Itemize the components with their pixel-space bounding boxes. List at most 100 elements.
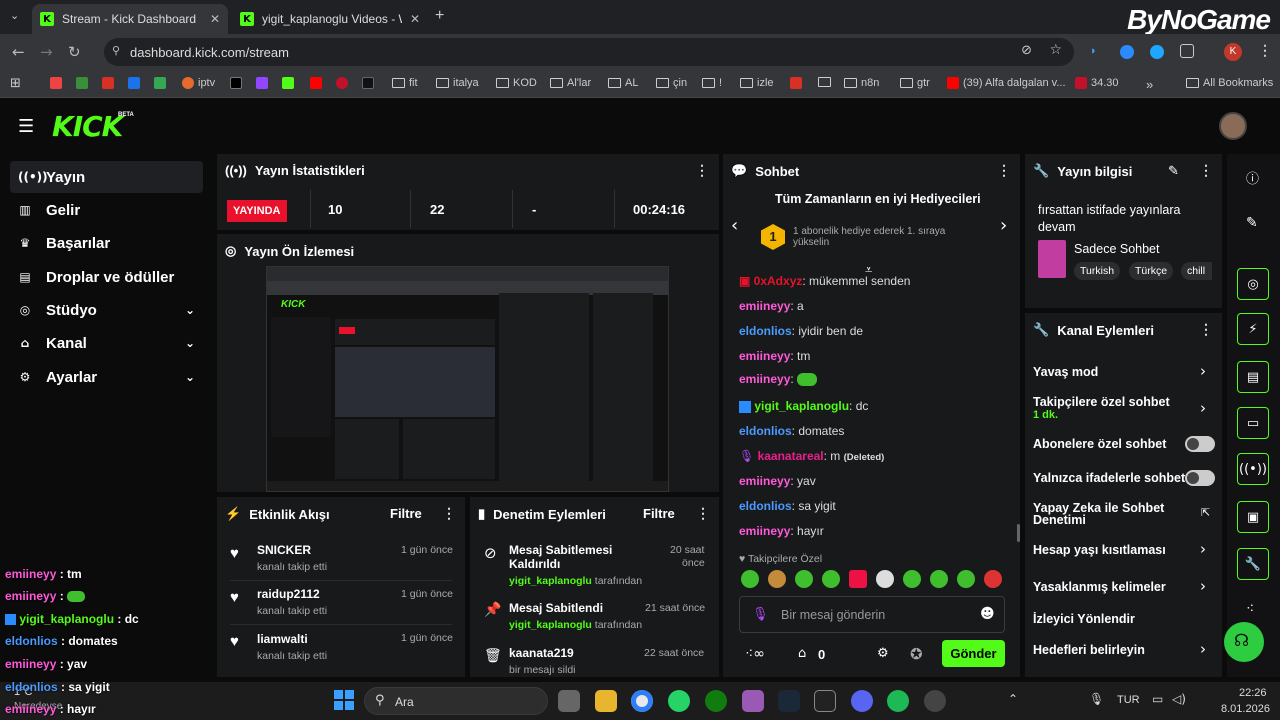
forward-icon[interactable]: → <box>40 43 53 61</box>
tag-pill[interactable]: chill <box>1181 262 1212 280</box>
chat-menu-icon[interactable]: ⋮ <box>997 162 1011 179</box>
bookmark-folder-n8n[interactable]: n8n <box>844 77 879 89</box>
chevron-right-icon[interactable]: › <box>1200 577 1206 595</box>
chevron-right-icon[interactable]: › <box>1200 540 1206 558</box>
eye-off-icon[interactable]: ⊘ <box>1021 43 1032 58</box>
rail-lightning-button[interactable]: ⚡ <box>1237 313 1269 345</box>
store-icon[interactable]: ⌂ <box>798 646 806 661</box>
info-menu-icon[interactable]: ⋮ <box>1199 162 1213 179</box>
edit-icon[interactable]: ✎ <box>1246 214 1258 231</box>
chat-input[interactable]: 🎙 Bir mesaj gönderin ☻ <box>739 596 1005 633</box>
points-icon[interactable]: ⁖∞ <box>745 646 765 662</box>
close-tab-icon[interactable]: ✕ <box>410 12 420 26</box>
action-raid[interactable]: İzleyici Yönlendir <box>1033 612 1135 626</box>
all-bookmarks[interactable]: All Bookmarks <box>1186 77 1273 89</box>
points-icon[interactable]: ⁖ <box>1246 601 1254 617</box>
bookmark-folder-gtr[interactable]: gtr <box>900 77 930 89</box>
network-icon[interactable]: ▭ <box>1152 692 1163 706</box>
emote-icon[interactable] <box>822 570 840 588</box>
bookmark-folder-excl[interactable]: ! <box>702 77 722 89</box>
bookmark-folder-fit[interactable]: fit <box>392 77 418 89</box>
bookmark-youtube[interactable] <box>310 77 322 89</box>
sidebar-item-kanal[interactable]: ⌂ Kanal ⌄ <box>10 327 203 359</box>
bookmark-twitch[interactable] <box>256 77 268 89</box>
extension-icon[interactable] <box>1120 45 1134 59</box>
bookmark-folder-italya[interactable]: italya <box>436 77 479 89</box>
activity-filter-button[interactable]: Filtre <box>390 506 422 521</box>
bookmark-folder-kod[interactable]: KOD <box>496 77 537 89</box>
action-banned-words[interactable]: Yasaklanmış kelimeler <box>1033 580 1166 594</box>
emote-icon[interactable] <box>741 570 759 588</box>
menu-dots-icon[interactable]: ⋮ <box>1258 42 1272 59</box>
new-tab-icon[interactable]: + <box>435 7 444 25</box>
emote-icon[interactable] <box>930 570 948 588</box>
site-info-icon[interactable]: ⚲ <box>112 44 120 57</box>
extensions-puzzle-icon[interactable] <box>1180 44 1194 58</box>
next-arrow-icon[interactable]: › <box>1000 215 1007 236</box>
extension-icon[interactable]: ◗ <box>1090 45 1104 59</box>
bookmark-star-icon[interactable]: ☆ <box>1049 42 1062 58</box>
badge-icon[interactable]: ✪ <box>910 645 923 663</box>
taskbar-search[interactable]: ⚲ Ara <box>364 687 548 715</box>
moderation-filter-button[interactable]: Filtre <box>643 506 675 521</box>
more-bookmarks-icon[interactable]: » <box>1146 77 1153 92</box>
chrome-icon[interactable] <box>631 690 653 712</box>
back-icon[interactable]: ← <box>12 43 25 61</box>
bookmark-icon[interactable] <box>362 77 374 89</box>
emoji-picker-icon[interactable]: ☻ <box>980 606 995 622</box>
tab-kick-dashboard[interactable]: K Stream - Kick Dashboard ✕ <box>32 4 228 34</box>
rail-studio-button[interactable]: ◎ <box>1237 268 1269 300</box>
sidebar-item-basarilar[interactable]: ♛ Başarılar <box>10 227 203 259</box>
action-slow-mode[interactable]: Yavaş mod <box>1033 365 1098 379</box>
sidebar-item-gelir[interactable]: ▥ Gelir <box>10 194 203 226</box>
file-explorer-icon[interactable] <box>595 690 617 712</box>
chevron-right-icon[interactable]: › <box>1200 640 1206 658</box>
stream-preview-video[interactable]: KICK <box>266 266 669 492</box>
bookmark-folder-allar[interactable]: Al'lar <box>550 77 591 89</box>
steam-icon[interactable] <box>778 690 800 712</box>
subscribers-only-toggle[interactable] <box>1185 436 1215 452</box>
extension-icon[interactable] <box>1150 45 1164 59</box>
whatsapp-icon[interactable] <box>668 690 690 712</box>
bookmark-icon[interactable] <box>790 77 802 89</box>
bookmark-icon[interactable] <box>336 77 348 89</box>
bookmark-iptv[interactable]: iptv <box>182 77 215 89</box>
category-name[interactable]: Sadece Sohbet <box>1074 242 1160 256</box>
tab-search-icon[interactable]: ⌄ <box>10 9 19 22</box>
category-thumbnail[interactable] <box>1038 240 1066 278</box>
discord-icon[interactable] <box>851 690 873 712</box>
emote-icon[interactable] <box>984 570 1002 588</box>
kick-logo[interactable]: KICK <box>52 110 123 143</box>
language-indicator[interactable]: TUR <box>1117 694 1140 706</box>
bookmark-icon[interactable] <box>102 77 114 89</box>
send-button[interactable]: Gönder <box>942 640 1005 667</box>
rail-broadcast-button[interactable]: ((•)) <box>1237 453 1269 485</box>
emote-icon[interactable] <box>795 570 813 588</box>
sidebar-item-ayarlar[interactable]: ⚙ Ayarlar ⌄ <box>10 361 203 393</box>
chevron-right-icon[interactable]: › <box>1200 362 1206 380</box>
obs-icon[interactable] <box>924 690 946 712</box>
external-link-icon[interactable]: ⇱ <box>1201 506 1210 519</box>
info-icon[interactable]: ⓘ <box>1246 168 1259 187</box>
close-tab-icon[interactable]: ✕ <box>210 12 220 26</box>
xbox-icon[interactable] <box>705 690 727 712</box>
bookmark-folder[interactable] <box>818 77 831 87</box>
chat-scrollbar[interactable] <box>1017 524 1020 542</box>
bookmark-icon[interactable] <box>128 77 140 89</box>
prev-arrow-icon[interactable]: ‹ <box>731 215 738 236</box>
bookmark-icon[interactable] <box>154 77 166 89</box>
profile-icon[interactable]: K <box>1224 43 1242 61</box>
clock-time[interactable]: 22:26 <box>1239 687 1267 699</box>
apps-grid-icon[interactable]: ⊞ <box>10 76 21 91</box>
edit-pencil-icon[interactable]: ✎ <box>1168 163 1179 179</box>
action-followers-only[interactable]: Takipçilere özel sohbet <box>1033 395 1170 409</box>
emote-icon[interactable] <box>768 570 786 588</box>
emote-icon[interactable] <box>903 570 921 588</box>
action-goals[interactable]: Hedefleri belirleyin <box>1033 643 1145 657</box>
bookmark-icon[interactable] <box>76 77 88 89</box>
tag-pill[interactable]: Turkish <box>1074 262 1121 280</box>
channel-actions-menu-icon[interactable]: ⋮ <box>1199 321 1213 338</box>
rail-chat-button[interactable]: ▭ <box>1237 407 1269 439</box>
rail-camera-button[interactable]: ▣ <box>1237 501 1269 533</box>
tray-chevron-icon[interactable]: ⌃ <box>1008 692 1018 706</box>
